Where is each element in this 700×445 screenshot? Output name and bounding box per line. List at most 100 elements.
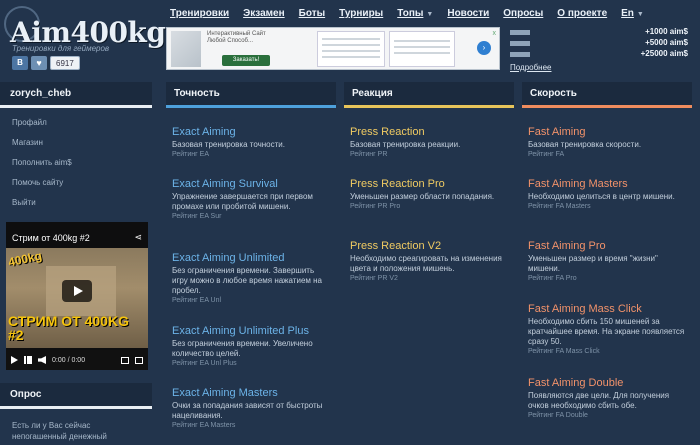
card-rating-link[interactable]: Рейтинг FA Mass Click <box>528 348 686 355</box>
nav-trainings[interactable]: Тренировки <box>170 8 229 19</box>
stats-more-link[interactable]: Подробнее <box>510 63 552 72</box>
training-card[interactable]: Fast Aiming Double Появляются две цели. … <box>528 377 686 419</box>
column-accuracy: Точность Exact Aiming Базовая тренировка… <box>166 82 336 429</box>
ad-image <box>171 31 201 67</box>
arrow-right-icon[interactable]: › <box>477 41 491 55</box>
username[interactable]: zorych_cheb <box>0 82 152 108</box>
share-icon[interactable]: ⋖ <box>134 232 142 243</box>
reward-bar <box>510 30 530 35</box>
card-description: Появляются две цели. Для получения очков… <box>528 391 670 410</box>
close-icon[interactable]: x <box>493 30 497 37</box>
training-card[interactable]: Exact Aiming Masters Очки за попадания з… <box>172 387 330 429</box>
card-title[interactable]: Fast Aiming Mass Click <box>528 303 686 315</box>
card-description: Уменьшен размер и время "жизни" мишени. <box>528 254 658 273</box>
nav-bots[interactable]: Боты <box>299 8 325 19</box>
card-title[interactable]: Fast Aiming Masters <box>528 178 686 190</box>
card-description: Базовая тренировка реакции. <box>350 140 461 149</box>
main-nav: Тренировки Экзамен Боты Турниры Топы ▼ Но… <box>170 8 658 19</box>
card-title[interactable]: Exact Aiming <box>172 126 330 138</box>
card-title[interactable]: Fast Aiming Pro <box>528 240 686 252</box>
menu-logout[interactable]: Выйти <box>12 198 140 207</box>
menu-shop[interactable]: Магазин <box>12 138 140 147</box>
training-card[interactable]: Fast Aiming Базовая тренировка скорости.… <box>528 126 686 158</box>
training-card[interactable]: Exact Aiming Survival Упражнение заверша… <box>172 178 330 220</box>
training-card[interactable]: Exact Aiming Unlimited Без ограничения в… <box>172 252 330 304</box>
card-title[interactable]: Exact Aiming Masters <box>172 387 330 399</box>
training-card[interactable]: Fast Aiming Mass Click Необходимо сбить … <box>528 303 686 355</box>
training-card[interactable]: Fast Aiming Masters Необходимо целиться … <box>528 178 686 210</box>
settings-icon[interactable] <box>121 356 129 364</box>
header: Aim400kg Тренировки для геймеров В ♥ 691… <box>0 0 700 82</box>
ad-banner[interactable]: Интерактивный Сайт Любой Способ... Заказ… <box>166 27 500 70</box>
video-player[interactable]: Стрим от 400kg #2 ⋖ 400kg СТРИМ ОТ 400KG… <box>6 222 148 370</box>
vk-icon[interactable]: В <box>12 56 28 70</box>
card-rating-link[interactable]: Рейтинг PR <box>350 151 508 158</box>
ad-order-button[interactable]: Заказать! <box>222 55 270 66</box>
nav-about[interactable]: О проекте <box>557 8 607 19</box>
card-rating-link[interactable]: Рейтинг FA Pro <box>528 275 686 282</box>
card-rating-link[interactable]: Рейтинг EA Unl <box>172 297 330 304</box>
menu-topup[interactable]: Пополнить aim$ <box>12 158 140 167</box>
training-card[interactable]: Press Reaction Базовая тренировка реакци… <box>350 126 508 158</box>
menu-profile[interactable]: Профайл <box>12 118 140 127</box>
card-title[interactable]: Press Reaction <box>350 126 508 138</box>
nav-news[interactable]: Новости <box>447 8 489 19</box>
card-title[interactable]: Exact Aiming Unlimited <box>172 252 330 264</box>
reward-stats: +1000 aim$ +5000 aim$ +25000 aim$ Подроб… <box>508 27 694 72</box>
nav-tournaments[interactable]: Турниры <box>339 8 383 19</box>
card-title[interactable]: Fast Aiming <box>528 126 686 138</box>
card-title[interactable]: Press Reaction V2 <box>350 240 508 252</box>
nav-polls[interactable]: Опросы <box>503 8 543 19</box>
social-widget: В ♥ 6917 <box>12 56 80 70</box>
card-rating-link[interactable]: Рейтинг EA Masters <box>172 422 330 429</box>
training-card[interactable]: Exact Aiming Базовая тренировка точности… <box>172 126 330 158</box>
card-title[interactable]: Fast Aiming Double <box>528 377 686 389</box>
volume-icon[interactable] <box>38 356 46 364</box>
training-card[interactable]: Fast Aiming Pro Уменьшен размер и время … <box>528 240 686 282</box>
card-rating-link[interactable]: Рейтинг PR V2 <box>350 275 508 282</box>
training-card[interactable]: Exact Aiming Unlimited Plus Без ограниче… <box>172 325 330 367</box>
ad-headline: Интерактивный Сайт Любой Способ... <box>207 31 266 44</box>
video-thumbnail[interactable]: 400kg СТРИМ ОТ 400KG #2 <box>6 248 148 348</box>
reward-row: +5000 aim$ <box>508 38 694 49</box>
nav-language[interactable]: En ▼ <box>621 8 644 19</box>
card-rating-link[interactable]: Рейтинг EA Sur <box>172 213 330 220</box>
like-count: 6917 <box>50 56 80 70</box>
card-description: Базовая тренировка точности. <box>172 140 285 149</box>
fullscreen-icon[interactable] <box>135 356 143 364</box>
card-rating-link[interactable]: Рейтинг FA Masters <box>528 203 686 210</box>
training-card[interactable]: Press Reaction V2 Необходимо среагироват… <box>350 240 508 282</box>
card-title[interactable]: Press Reaction Pro <box>350 178 508 190</box>
play-icon[interactable] <box>62 280 92 302</box>
poll-heading: Опрос <box>0 383 152 409</box>
card-description: Упражнение завершается при первом промах… <box>172 192 313 211</box>
heart-icon[interactable]: ♥ <box>31 56 47 70</box>
reward-value: +25000 aim$ <box>640 49 688 58</box>
card-rating-link[interactable]: Рейтинг PR Pro <box>350 203 508 210</box>
menu-donate[interactable]: Помочь сайту <box>12 178 140 187</box>
card-title[interactable]: Exact Aiming Unlimited Plus <box>172 325 330 337</box>
skip-icon[interactable] <box>24 356 32 364</box>
training-card[interactable]: Press Reaction Pro Уменьшен размер облас… <box>350 178 508 210</box>
card-title[interactable]: Exact Aiming Survival <box>172 178 330 190</box>
card-rating-link[interactable]: Рейтинг FA <box>528 151 686 158</box>
card-rating-link[interactable]: Рейтинг FA Double <box>528 412 686 419</box>
site-tagline: Тренировки для геймеров <box>12 44 110 53</box>
chevron-down-icon: ▼ <box>426 11 434 18</box>
video-title[interactable]: Стрим от 400kg #2 <box>12 233 90 243</box>
card-description: Очки за попадания зависят от быстроты на… <box>172 401 323 420</box>
card-rating-link[interactable]: Рейтинг EA Unl Plus <box>172 360 330 367</box>
reward-row: +25000 aim$ <box>508 49 694 60</box>
play-icon[interactable] <box>11 356 18 364</box>
video-overlay-text: СТРИМ ОТ 400KG #2 <box>8 313 129 343</box>
column-heading: Скорость <box>522 82 692 108</box>
nav-tops[interactable]: Топы ▼ <box>397 8 433 19</box>
card-description: Без ограничения времени. Увеличено колич… <box>172 339 313 358</box>
column-reaction: Реакция Press Reaction Базовая тренировк… <box>344 82 514 282</box>
nav-exam[interactable]: Экзамен <box>243 8 285 19</box>
column-heading: Реакция <box>344 82 514 108</box>
card-description: Необходимо среагировать на изменения цве… <box>350 254 502 273</box>
reward-value: +1000 aim$ <box>645 27 688 36</box>
card-rating-link[interactable]: Рейтинг EA <box>172 151 330 158</box>
reward-value: +5000 aim$ <box>645 38 688 47</box>
